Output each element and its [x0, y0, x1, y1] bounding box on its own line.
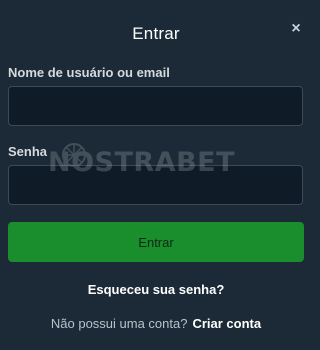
create-account-link[interactable]: Criar conta [192, 316, 261, 331]
no-account-prompt: Não possui uma conta? [50, 316, 188, 331]
signup-row: Não possui uma conta? Criar conta [0, 316, 312, 331]
modal-title: Entrar [132, 24, 180, 43]
username-field[interactable] [8, 86, 303, 126]
password-label: Senha [8, 144, 48, 159]
password-field[interactable] [8, 165, 303, 205]
forgot-password-link[interactable]: Esqueceu sua senha? [0, 282, 312, 297]
login-modal: Entrar × Nome de usuário ou email Senha … [0, 0, 312, 350]
login-submit-button[interactable]: Entrar [8, 222, 304, 262]
close-icon[interactable]: × [287, 20, 305, 38]
username-label: Nome de usuário ou email [8, 65, 170, 80]
